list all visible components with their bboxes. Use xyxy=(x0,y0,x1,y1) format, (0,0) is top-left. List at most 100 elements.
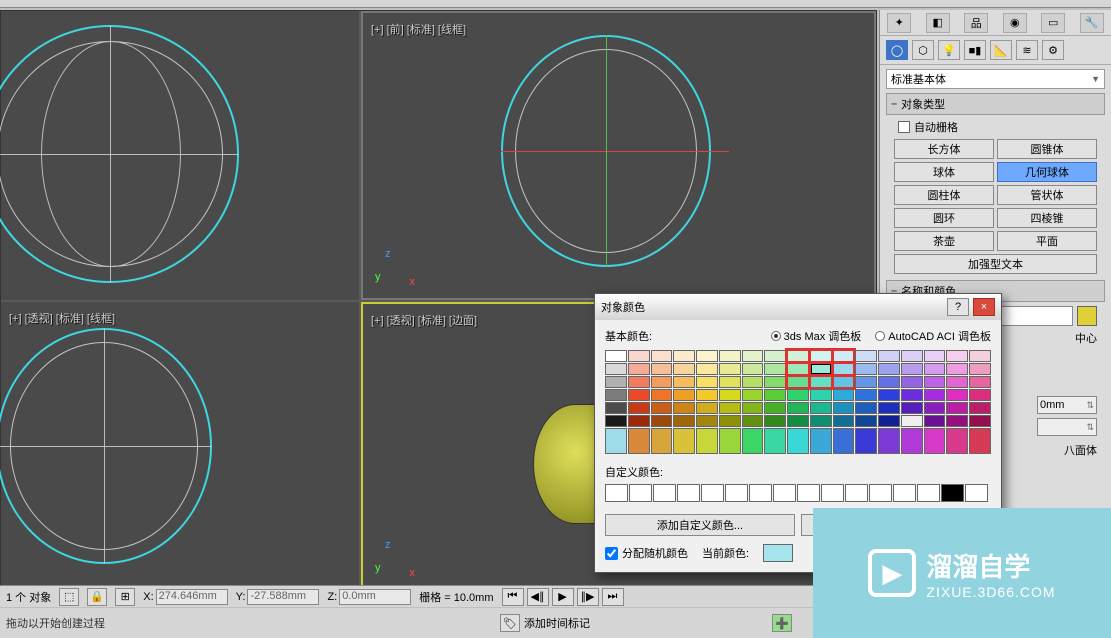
assign-random-checkbox[interactable]: 分配随机颜色 xyxy=(605,545,688,561)
helpers-cat-icon[interactable]: 📐 xyxy=(990,40,1012,60)
color-swatch[interactable] xyxy=(673,350,695,362)
autokey-icon[interactable]: ➕ xyxy=(772,614,792,632)
color-swatch[interactable] xyxy=(901,363,923,375)
color-swatch[interactable] xyxy=(742,415,764,427)
cylinder-button[interactable]: 圆柱体 xyxy=(894,185,994,205)
motion-tab-icon[interactable]: ◉ xyxy=(1003,13,1027,33)
color-swatch[interactable] xyxy=(719,350,741,362)
dialog-title-bar[interactable]: 对象颜色 ? × xyxy=(595,294,1001,320)
color-swatch[interactable] xyxy=(833,428,855,454)
color-swatch[interactable] xyxy=(628,428,650,454)
color-swatch[interactable] xyxy=(810,428,832,454)
color-swatch[interactable] xyxy=(673,389,695,401)
color-swatch[interactable] xyxy=(946,376,968,388)
spacewarps-cat-icon[interactable]: ≋ xyxy=(1016,40,1038,60)
color-swatch[interactable] xyxy=(878,402,900,414)
color-swatch[interactable] xyxy=(696,389,718,401)
color-swatch[interactable] xyxy=(605,350,627,362)
color-swatch[interactable] xyxy=(810,363,832,375)
create-tab-icon[interactable]: ✦ xyxy=(887,13,911,33)
color-swatch[interactable] xyxy=(696,363,718,375)
color-swatch[interactable] xyxy=(628,363,650,375)
add-custom-color-button[interactable]: 添加自定义颜色... xyxy=(605,514,795,536)
color-swatch[interactable] xyxy=(764,415,786,427)
custom-color-swatch[interactable] xyxy=(605,484,628,502)
hierarchy-tab-icon[interactable]: 品 xyxy=(964,13,988,33)
custom-color-swatch[interactable] xyxy=(629,484,652,502)
color-swatch[interactable] xyxy=(901,415,923,427)
color-swatch[interactable] xyxy=(833,350,855,362)
plane-button[interactable]: 平面 xyxy=(997,231,1097,251)
geosphere-button[interactable]: 几何球体 xyxy=(997,162,1097,182)
current-color-swatch[interactable] xyxy=(763,544,793,562)
custom-color-swatch[interactable] xyxy=(773,484,796,502)
color-swatch[interactable] xyxy=(696,428,718,454)
color-swatch[interactable] xyxy=(810,350,832,362)
color-swatch[interactable] xyxy=(696,402,718,414)
color-swatch[interactable] xyxy=(628,376,650,388)
color-swatch[interactable] xyxy=(969,428,991,454)
color-swatch[interactable] xyxy=(833,402,855,414)
color-swatch[interactable] xyxy=(605,402,627,414)
color-swatch[interactable] xyxy=(742,350,764,362)
color-swatch[interactable] xyxy=(673,376,695,388)
color-swatch[interactable] xyxy=(810,376,832,388)
viewport-bottom-left[interactable]: [+] [透视] [标准] [线框] xyxy=(1,302,359,591)
color-swatch[interactable] xyxy=(673,415,695,427)
color-swatch[interactable] xyxy=(696,350,718,362)
color-swatch[interactable] xyxy=(787,428,809,454)
color-swatch[interactable] xyxy=(924,428,946,454)
color-swatch[interactable] xyxy=(651,363,673,375)
custom-color-swatch[interactable] xyxy=(965,484,988,502)
color-swatch[interactable] xyxy=(969,415,991,427)
value-spinner[interactable]: 0mm ⇅ xyxy=(1037,396,1097,414)
color-swatch[interactable] xyxy=(605,363,627,375)
viewport-top-right[interactable]: [+] [前] [标准] [线框] zyx xyxy=(361,11,876,300)
color-swatch[interactable] xyxy=(787,389,809,401)
goto-end-icon[interactable]: ⏭ xyxy=(602,588,624,606)
custom-color-swatch[interactable] xyxy=(797,484,820,502)
color-swatch[interactable] xyxy=(878,363,900,375)
box-button[interactable]: 长方体 xyxy=(894,139,994,159)
color-swatch[interactable] xyxy=(901,428,923,454)
color-swatch[interactable] xyxy=(855,350,877,362)
color-swatch[interactable] xyxy=(719,402,741,414)
color-swatch[interactable] xyxy=(810,415,832,427)
viewport-top-left[interactable] xyxy=(1,11,359,300)
color-swatch[interactable] xyxy=(651,428,673,454)
teapot-button[interactable]: 茶壶 xyxy=(894,231,994,251)
color-swatch[interactable] xyxy=(901,350,923,362)
color-swatch[interactable] xyxy=(719,363,741,375)
color-swatch[interactable] xyxy=(855,389,877,401)
color-swatch[interactable] xyxy=(764,402,786,414)
color-swatch[interactable] xyxy=(946,363,968,375)
color-swatch[interactable] xyxy=(764,350,786,362)
color-swatch[interactable] xyxy=(651,389,673,401)
color-swatch[interactable] xyxy=(810,389,832,401)
add-time-tag-label[interactable]: 添加时间标记 xyxy=(524,615,590,631)
selection-lock-icon[interactable]: ⬚ xyxy=(59,588,79,606)
prev-frame-icon[interactable]: ◀∥ xyxy=(527,588,549,606)
color-swatch[interactable] xyxy=(969,350,991,362)
color-swatch[interactable] xyxy=(628,402,650,414)
color-swatch[interactable] xyxy=(833,415,855,427)
color-swatch[interactable] xyxy=(924,363,946,375)
color-swatch[interactable] xyxy=(833,376,855,388)
color-swatch[interactable] xyxy=(605,415,627,427)
color-swatch[interactable] xyxy=(742,402,764,414)
torus-button[interactable]: 圆环 xyxy=(894,208,994,228)
color-swatch[interactable] xyxy=(946,415,968,427)
systems-cat-icon[interactable]: ⚙ xyxy=(1042,40,1064,60)
color-swatch[interactable] xyxy=(719,389,741,401)
color-swatch[interactable] xyxy=(673,402,695,414)
y-coord-input[interactable]: -27.588mm xyxy=(247,589,319,605)
modify-tab-icon[interactable]: ◧ xyxy=(926,13,950,33)
color-swatch[interactable] xyxy=(810,402,832,414)
custom-color-swatch[interactable] xyxy=(893,484,916,502)
color-swatch[interactable] xyxy=(742,428,764,454)
color-swatch[interactable] xyxy=(673,428,695,454)
color-swatch[interactable] xyxy=(651,402,673,414)
color-swatch[interactable] xyxy=(673,363,695,375)
color-swatch[interactable] xyxy=(833,363,855,375)
color-swatch[interactable] xyxy=(696,376,718,388)
